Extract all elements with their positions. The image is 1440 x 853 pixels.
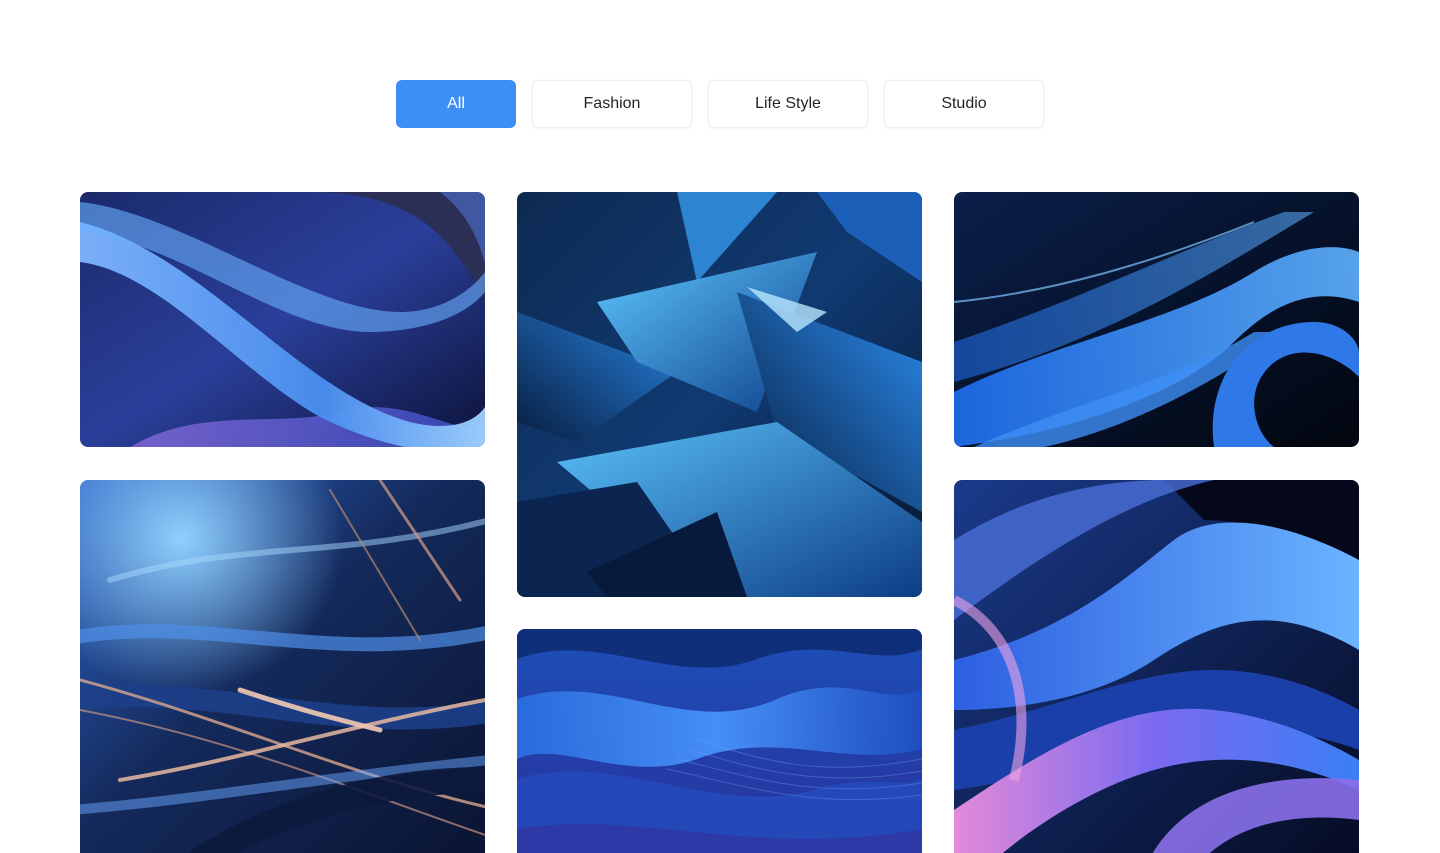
tab-fashion[interactable]: Fashion bbox=[532, 80, 692, 128]
abstract-blue-glass-shards-image bbox=[517, 192, 922, 597]
abstract-blue-pink-ribbons-image bbox=[954, 480, 1359, 853]
filter-tabs: All Fashion Life Style Studio bbox=[396, 80, 1044, 128]
gallery-image-fabric-dunes[interactable] bbox=[517, 629, 922, 853]
tab-all[interactable]: All bbox=[396, 80, 516, 128]
gallery-image-purple-waves[interactable] bbox=[80, 192, 485, 447]
gallery-image-glass-shards[interactable] bbox=[517, 192, 922, 597]
tab-life-style[interactable]: Life Style bbox=[708, 80, 868, 128]
gallery-image-neon-curves[interactable] bbox=[954, 192, 1359, 447]
abstract-blue-purple-waves-image bbox=[80, 192, 485, 447]
tab-studio[interactable]: Studio bbox=[884, 80, 1044, 128]
abstract-blue-neon-curves-image bbox=[954, 192, 1359, 447]
abstract-blue-copper-streaks-image bbox=[80, 480, 485, 853]
abstract-blue-fabric-dunes-image bbox=[517, 629, 922, 853]
gallery-page: All Fashion Life Style Studio bbox=[0, 0, 1440, 853]
gallery-image-pink-ribbons[interactable] bbox=[954, 480, 1359, 853]
gallery-image-copper-streaks[interactable] bbox=[80, 480, 485, 853]
